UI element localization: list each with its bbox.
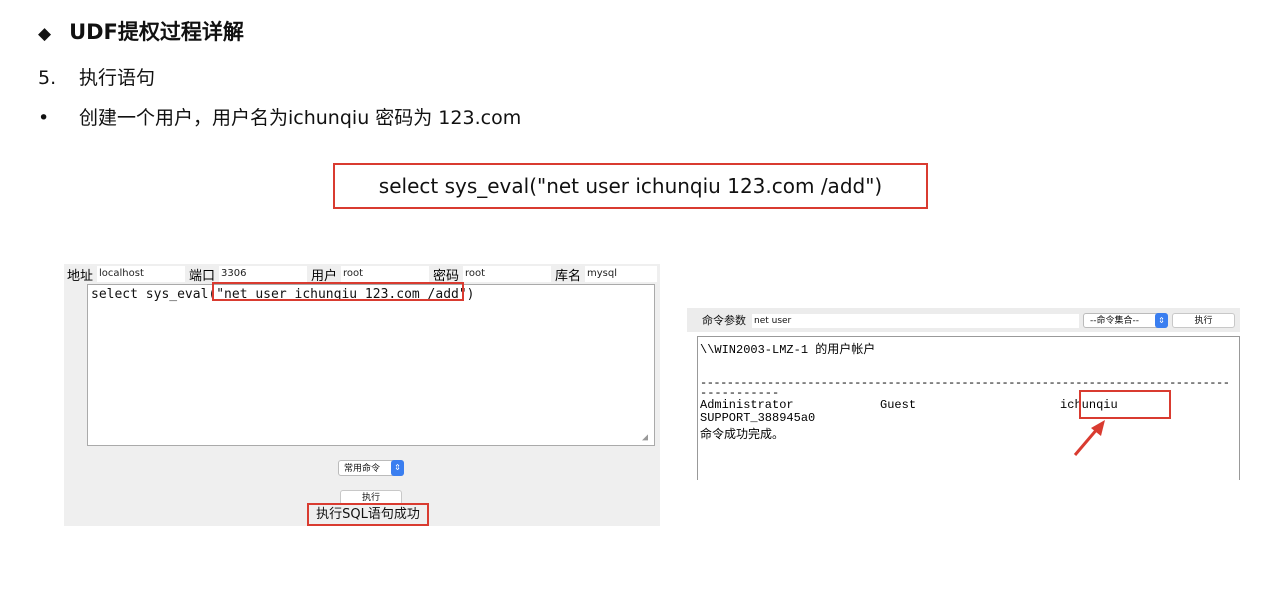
password-input[interactable]: root xyxy=(463,266,551,282)
output-line: 命令成功完成。 xyxy=(700,428,785,442)
cmd-tool-screenshot: 命令参数 net user --命令集合-- ⇕ 执行 \\WIN2003-LM… xyxy=(687,308,1240,480)
port-input[interactable]: 3306 xyxy=(219,266,307,282)
command-param-bar: 命令参数 net user --命令集合-- ⇕ 执行 xyxy=(687,308,1240,332)
pointer-arrow-icon xyxy=(1073,420,1105,456)
address-label: 地址 xyxy=(67,269,94,284)
heading-text: UDF提权过程详解 xyxy=(69,20,244,44)
command-execute-button[interactable]: 执行 xyxy=(1172,313,1235,328)
output-separator: ----------------------------------------… xyxy=(700,376,1230,390)
sql-success-message: 执行SQL语句成功 xyxy=(307,503,429,526)
output-line-users: Administrator Guest ichunqiu xyxy=(700,398,1118,412)
connection-row: 地址 localhost 端口 3306 用户 root 密码 root 库名 … xyxy=(64,264,660,284)
bullet-dot-icon: • xyxy=(38,107,50,129)
slide-heading: ◆ UDF提权过程详解 xyxy=(38,16,244,46)
common-commands-label: 常用命令 xyxy=(344,464,381,474)
command-set-label: --命令集合-- xyxy=(1090,316,1139,326)
diamond-bullet-icon: ◆ xyxy=(38,24,52,44)
database-label: 库名 xyxy=(555,269,582,284)
address-input[interactable]: localhost xyxy=(97,266,185,282)
command-param-input[interactable]: net user xyxy=(752,314,1079,328)
query-highlight-box xyxy=(212,282,464,301)
new-user-highlight-box xyxy=(1079,390,1171,419)
select-arrows-icon: ⇕ xyxy=(391,460,404,476)
command-param-label: 命令参数 xyxy=(702,314,746,327)
sql-query-textarea[interactable]: select sys_eval("net user ichunqiu 123.c… xyxy=(87,284,655,446)
step-text: 执行语句 xyxy=(79,67,156,89)
resize-grip-icon[interactable]: ◢ xyxy=(642,433,652,443)
database-input[interactable]: mysql xyxy=(585,266,657,282)
step-item: 5. 执行语句 xyxy=(38,63,155,90)
command-box: select sys_eval("net user ichunqiu 123.c… xyxy=(333,163,928,209)
select-arrows-icon: ⇕ xyxy=(1155,313,1168,328)
output-line: \\WIN2003-LMZ-1 的用户帐户 xyxy=(700,343,876,357)
step-number: 5. xyxy=(38,67,57,89)
common-commands-select[interactable]: 常用命令 ⇕ xyxy=(338,460,404,476)
bullet-text: 创建一个用户，用户名为ichunqiu 密码为 123.com xyxy=(79,107,522,129)
user-input[interactable]: root xyxy=(341,266,429,282)
bullet-item: • 创建一个用户，用户名为ichunqiu 密码为 123.com xyxy=(38,103,521,130)
output-line: SUPPORT_388945a0 xyxy=(700,411,816,425)
command-set-select[interactable]: --命令集合-- ⇕ xyxy=(1083,313,1168,328)
sql-tool-screenshot: 地址 localhost 端口 3306 用户 root 密码 root 库名 … xyxy=(64,264,660,526)
